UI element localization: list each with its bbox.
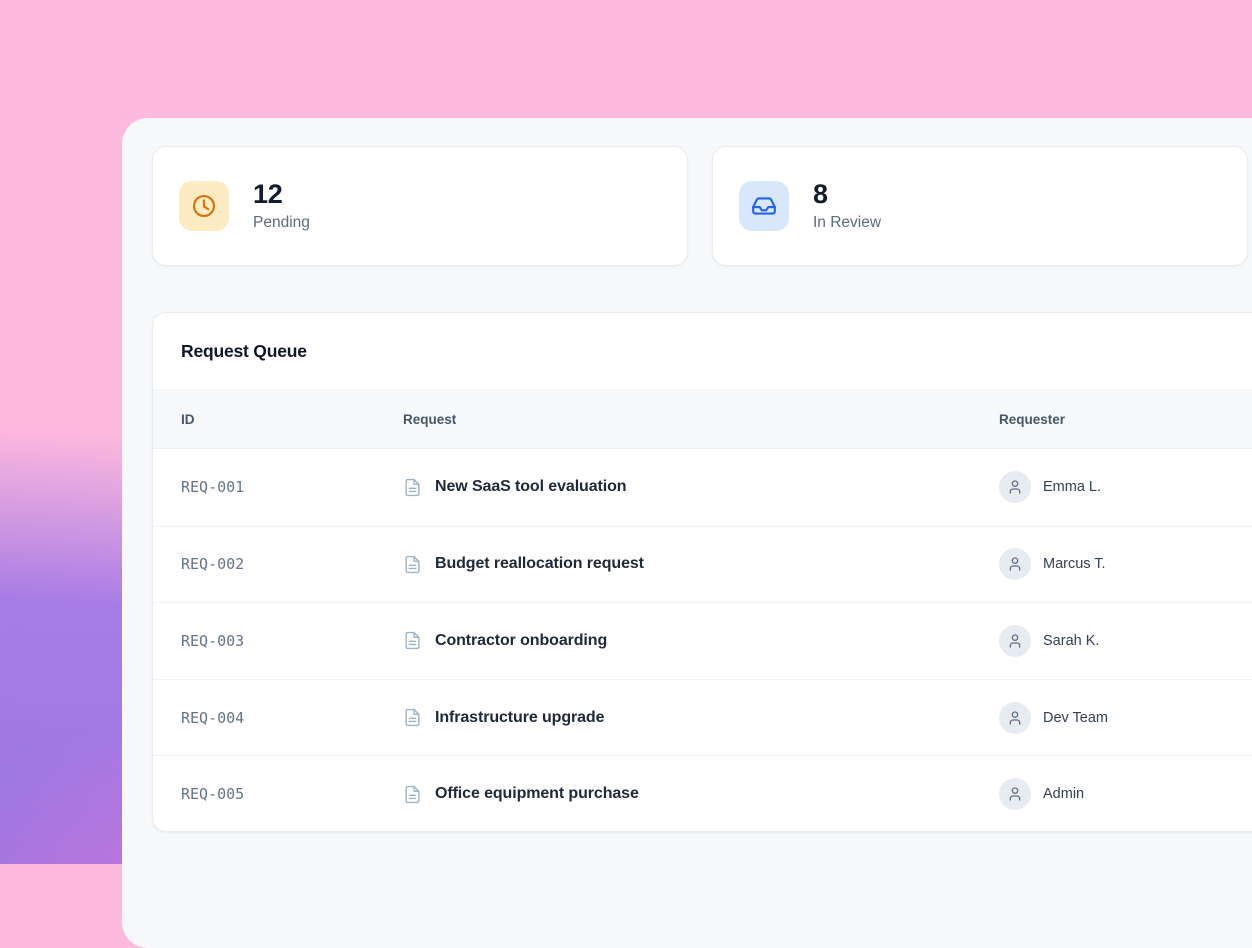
table-row[interactable]: REQ-004 Infrastructure upgrade Dev Team (153, 679, 1252, 756)
requester-name: Admin (1043, 786, 1084, 802)
inbox-icon (739, 181, 789, 231)
table-body: REQ-001 New SaaS tool evaluation Emma L. (153, 449, 1252, 832)
user-icon (999, 471, 1031, 503)
request-id: REQ-004 (181, 709, 403, 727)
request-id: REQ-003 (181, 632, 403, 650)
requester-name: Sarah K. (1043, 633, 1099, 649)
table-header: ID Request Requester (153, 391, 1252, 449)
request-title: Budget reallocation request (435, 555, 644, 573)
requester-name: Marcus T. (1043, 556, 1106, 572)
user-icon (999, 778, 1031, 810)
request-title: Office equipment purchase (435, 785, 639, 803)
request-title: Contractor onboarding (435, 632, 607, 650)
file-text-icon (403, 555, 422, 574)
requester-name: Dev Team (1043, 710, 1108, 726)
table-row[interactable]: REQ-001 New SaaS tool evaluation Emma L. (153, 449, 1252, 526)
pending-count: 12 (253, 180, 310, 210)
table-row[interactable]: REQ-002 Budget reallocation request Marc… (153, 526, 1252, 603)
stat-text: 8 In Review (813, 180, 881, 232)
column-header-id: ID (181, 412, 403, 427)
request-queue-card: Request Queue ID Request Requester REQ-0… (152, 312, 1252, 832)
user-icon (999, 702, 1031, 734)
stat-text: 12 Pending (253, 180, 310, 232)
request-id: REQ-002 (181, 555, 403, 573)
stats-row: 12 Pending 8 In Review (152, 146, 1252, 266)
user-icon (999, 548, 1031, 580)
file-text-icon (403, 478, 422, 497)
file-text-icon (403, 708, 422, 727)
request-id: REQ-001 (181, 478, 403, 496)
requester-name: Emma L. (1043, 479, 1101, 495)
table-row[interactable]: REQ-003 Contractor onboarding Sarah K. (153, 602, 1252, 679)
column-header-requester: Requester (999, 412, 1252, 427)
table-row[interactable]: REQ-005 Office equipment purchase Admin (153, 755, 1252, 832)
in-review-count: 8 (813, 180, 881, 210)
table-title: Request Queue (153, 313, 1252, 391)
stat-card-in-review: 8 In Review (712, 146, 1248, 266)
request-title: New SaaS tool evaluation (435, 478, 626, 496)
user-icon (999, 625, 1031, 657)
request-id: REQ-005 (181, 785, 403, 803)
column-header-request: Request (403, 412, 999, 427)
pending-label: Pending (253, 214, 310, 232)
file-text-icon (403, 631, 422, 650)
dashboard-panel: 12 Pending 8 In Review Request Queue ID … (122, 118, 1252, 948)
request-title: Infrastructure upgrade (435, 709, 604, 727)
file-text-icon (403, 785, 422, 804)
stat-card-pending: 12 Pending (152, 146, 688, 266)
in-review-label: In Review (813, 214, 881, 232)
clock-icon (179, 181, 229, 231)
